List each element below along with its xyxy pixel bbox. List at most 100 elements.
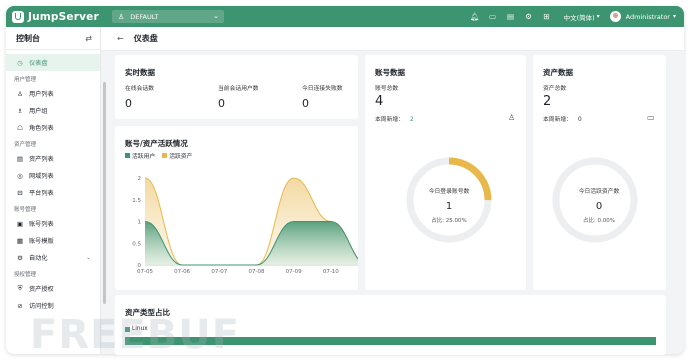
sidebar: 控制台 ⇄ ◷ 仪表盘用户管理 ♙ 用户列表 ♗ 用户组 ☖ 角色列表资产管理 ▤ 资产列表 ◎ 网域… xyxy=(6,27,101,354)
series-area-active-users xyxy=(145,221,358,265)
card-title: 资产数据 xyxy=(543,68,573,77)
sidebar-group-label: 账号管理 xyxy=(14,207,37,213)
avatar[interactable] xyxy=(609,11,621,22)
page-header: ← 仪表盘 xyxy=(101,27,684,51)
sidebar-item[interactable]: ♗ 用户组 xyxy=(6,102,100,119)
template-icon: ▦ xyxy=(16,236,24,245)
donut-center: 今日活跃资产数 0 占比: 0.00% xyxy=(549,186,649,224)
realtime-card: 实时数据 在线会话数 0 当前会话用户数 0 今日连接失败数 0 xyxy=(115,55,358,119)
x-tick-label: 07-10 xyxy=(323,269,339,275)
sidebar-item-label: 平台列表 xyxy=(29,190,54,197)
sidebar-scrollbar[interactable] xyxy=(103,82,106,304)
terminal-icon[interactable]: ▭ xyxy=(486,12,500,21)
organization-select[interactable]: ♙ DEFAULT ⌄ xyxy=(112,10,224,23)
bell-icon[interactable]: 🔔︎ xyxy=(468,12,482,21)
chevron-down-icon: ▾ xyxy=(596,13,600,20)
stat-label: 今日连接失败数 xyxy=(302,86,343,92)
sidebar-item-label: 资产列表 xyxy=(29,156,54,163)
user-name[interactable]: Administrator xyxy=(626,13,670,21)
week-value[interactable]: 2 xyxy=(410,117,414,123)
asset-type-bar[interactable] xyxy=(125,337,656,345)
stat-value: 0 xyxy=(218,97,225,110)
y-tick-label: 2 xyxy=(138,176,142,182)
user-icon: ♙ xyxy=(17,89,23,98)
language-switch[interactable]: 中文(简体) xyxy=(564,12,595,22)
week-new: 本周新增： 2 xyxy=(375,114,414,123)
chevron-down-icon: ▾ xyxy=(672,13,676,20)
sidebar-item-label: 角色列表 xyxy=(29,125,54,132)
donut-ratio: 占比: 0.00% xyxy=(582,218,616,224)
role-icon: ☖ xyxy=(17,123,23,132)
sidebar-item[interactable]: ▦ 账号模版 xyxy=(6,232,100,249)
file-icon[interactable]: ▤ xyxy=(504,12,518,21)
card-title: 账号数据 xyxy=(375,68,405,77)
sidebar-item[interactable]: ◷ 仪表盘 xyxy=(6,54,100,71)
legend-swatch xyxy=(125,326,130,332)
stat-failed-connections: 今日连接失败数 0 xyxy=(302,83,343,110)
top-bar: JumpServer ♙ DEFAULT ⌄ 🔔︎ ▭ ▤ ⚙ ⊞ 中文(简体)… xyxy=(6,6,684,27)
stat-label: 当前会话用户数 xyxy=(218,86,259,92)
x-tick-label: 07-05 xyxy=(137,269,153,275)
total-value: 2 xyxy=(543,94,552,109)
user-group-icon: ♗ xyxy=(17,106,23,115)
sidebar-menu: ◷ 仪表盘用户管理 ♙ 用户列表 ♗ 用户组 ☖ 角色列表资产管理 ▤ 资产列表 ◎ 网域列表 ⊟ 平台列… xyxy=(6,54,100,314)
back-arrow-icon[interactable]: ← xyxy=(117,34,124,43)
sidebar-item[interactable]: ☖ 角色列表 xyxy=(6,119,100,136)
sidebar-item[interactable]: ▣ 账号列表 xyxy=(6,215,100,232)
sidebar-item[interactable]: ⊘ 访问控制 xyxy=(6,297,100,314)
sidebar-group-label: 用户管理 xyxy=(14,77,37,83)
sidebar-item-label: 账号模版 xyxy=(29,238,54,245)
page-title: 仪表盘 xyxy=(133,34,158,43)
donut-value: 0 xyxy=(595,201,603,212)
sidebar-item-label: 资产授权 xyxy=(29,286,54,293)
activity-chart: 00.511.5207-0507-0607-0707-0807-0907-100… xyxy=(132,176,358,275)
automation-icon: ⚙ xyxy=(17,253,23,262)
sidebar-item[interactable]: ⚙ 自动化 ⌄ xyxy=(6,249,100,266)
sidebar-item[interactable]: ▤ 资产列表 xyxy=(6,150,100,167)
top-right-tools: 🔔︎ ▭ ▤ ⚙ ⊞ 中文(简体) ▾ Administrator ▾ xyxy=(464,9,676,24)
stat-value: 0 xyxy=(125,97,132,110)
sidebar-item-label: 用户列表 xyxy=(29,91,54,98)
donut-label: 今日登录账号数 xyxy=(428,189,470,195)
week-label: 本周新增： xyxy=(543,117,572,123)
y-tick-label: 0.5 xyxy=(132,241,141,247)
chart-legend: Linux xyxy=(125,326,155,332)
sidebar-title: 控制台 xyxy=(16,33,40,43)
sidebar-header: 控制台 ⇄ xyxy=(6,27,100,50)
organization-icon: ♙ xyxy=(118,12,125,21)
logo[interactable]: JumpServer xyxy=(12,9,99,24)
stat-label: 在线会话数 xyxy=(125,86,154,92)
legend-label: Linux xyxy=(132,326,148,332)
sidebar-item[interactable]: ⊟ 平台列表 xyxy=(6,184,100,201)
dashboard-icon: ◷ xyxy=(17,58,23,67)
donut-center: 今日登录账号数 1 占比: 25.00% xyxy=(399,186,499,224)
week-label: 本周新增： xyxy=(375,117,404,123)
card-title: 实时数据 xyxy=(125,68,155,77)
switch-view-icon[interactable]: ⇄ xyxy=(85,34,92,43)
account-data-card: 账号数据 账号总数 4 本周新增： 2 ♙ 今日登录账号数 1 占比: 25.00… xyxy=(365,55,526,290)
sidebar-item[interactable]: ⛨ 资产授权 xyxy=(6,280,100,297)
sidebar-group-label: 资产管理 xyxy=(14,142,37,148)
brand-name: JumpServer xyxy=(28,10,99,23)
acl-icon: ⊘ xyxy=(17,301,23,310)
server-icon: ▤ xyxy=(16,154,24,163)
grid-icon[interactable]: ⊞ xyxy=(540,12,554,21)
x-tick-label: 07-08 xyxy=(249,269,265,275)
sidebar-item[interactable]: ◎ 网域列表 xyxy=(6,167,100,184)
sidebar-item-label: 自动化 xyxy=(29,255,48,262)
sidebar-item-label: 用户组 xyxy=(29,108,48,115)
week-new: 本周新增： 0 xyxy=(543,114,582,123)
stat-online-sessions: 在线会话数 0 xyxy=(125,83,154,110)
card-title: 资产类型占比 xyxy=(125,308,170,317)
domain-icon: ◎ xyxy=(17,171,23,180)
total-value: 4 xyxy=(375,94,384,109)
chevron-down-icon: ⌄ xyxy=(85,254,91,261)
gear-icon[interactable]: ⚙ xyxy=(522,12,536,21)
sidebar-item-label: 网域列表 xyxy=(29,173,54,180)
monitor-icon: ▭ xyxy=(647,113,655,122)
sidebar-item[interactable]: ♙ 用户列表 xyxy=(6,85,100,102)
asset-data-card: 资产数据 资产总数 2 本周新增： 0 ▭ 今日活跃资产数 0 占比: 0.00% xyxy=(533,55,666,290)
organization-value: DEFAULT xyxy=(130,12,159,21)
week-value[interactable]: 0 xyxy=(578,117,582,123)
legend-item-linux[interactable]: Linux xyxy=(125,326,148,332)
